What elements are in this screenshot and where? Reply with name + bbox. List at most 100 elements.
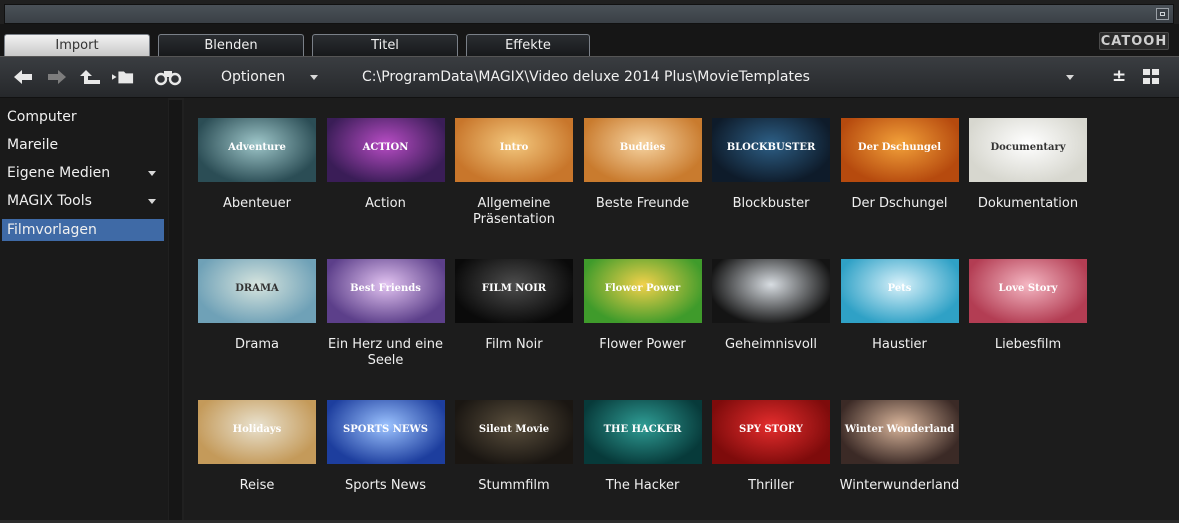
- sidebar-scrollbar[interactable]: [169, 100, 182, 520]
- template-tile[interactable]: Documentary Dokumentation: [967, 116, 1089, 236]
- template-thumbnail[interactable]: SPORTS NEWS: [326, 400, 445, 464]
- template-caption: Ein Herz und eine Seele: [328, 337, 443, 368]
- template-thumbnail[interactable]: Adventure: [198, 118, 316, 182]
- tab-blenden[interactable]: Blenden: [158, 34, 304, 56]
- template-caption: Flower Power: [599, 337, 686, 352]
- template-thumbnail[interactable]: ACTION: [326, 118, 445, 182]
- template-thumbnail[interactable]: Documentary: [969, 118, 1087, 182]
- template-tile[interactable]: SPORTS NEWS Sports News: [325, 398, 447, 518]
- thumbnail-title: DRAMA: [235, 283, 279, 294]
- template-tile[interactable]: Holidays Reise: [196, 398, 318, 518]
- grid-view-icon[interactable]: [1142, 68, 1160, 86]
- template-thumbnail[interactable]: DRAMA: [198, 259, 316, 323]
- template-caption: Beste Freunde: [595, 196, 690, 211]
- tab-titel[interactable]: Titel: [312, 34, 458, 56]
- template-thumbnail[interactable]: Winter Wonderland: [840, 400, 959, 464]
- template-thumbnail[interactable]: Pets: [840, 259, 959, 323]
- template-tile[interactable]: Silent Movie Stummfilm: [453, 398, 575, 518]
- template-tile[interactable]: Pets Haustier: [839, 257, 961, 377]
- sidebar-item-label: Computer: [7, 109, 77, 125]
- back-arrow-icon[interactable]: [12, 68, 34, 86]
- sidebar-item-eigene-medien[interactable]: Eigene Medien: [2, 162, 164, 184]
- binoculars-icon[interactable]: [154, 68, 182, 86]
- catooh-logo[interactable]: CATOOH: [1099, 32, 1169, 50]
- template-caption: The Hacker: [605, 478, 680, 493]
- chevron-down-icon[interactable]: [148, 199, 156, 204]
- template-tile[interactable]: Intro Allgemeine Präsentation: [453, 116, 575, 236]
- template-tile[interactable]: Geheimnisvoll: [710, 257, 832, 377]
- sidebar-item-magix-tools[interactable]: MAGIX Tools: [2, 190, 164, 212]
- template-caption: Haustier: [872, 337, 927, 352]
- sidebar-item-filmvorlagen[interactable]: Filmvorlagen: [2, 219, 164, 241]
- template-tile[interactable]: Flower Power Flower Power: [582, 257, 704, 377]
- template-caption: Blockbuster: [732, 196, 810, 211]
- sidebar-item-label: Eigene Medien: [7, 165, 111, 181]
- thumbnail-title: Flower Power: [604, 283, 681, 294]
- sidebar-item-computer[interactable]: Computer: [2, 106, 164, 128]
- chevron-down-icon[interactable]: [148, 171, 156, 176]
- template-thumbnail[interactable]: Love Story: [969, 259, 1087, 323]
- template-thumbnail[interactable]: Flower Power: [583, 259, 702, 323]
- template-thumbnail[interactable]: SPY STORY: [712, 400, 830, 464]
- template-caption: Liebesfilm: [994, 337, 1062, 352]
- template-tile[interactable]: SPY STORY Thriller: [710, 398, 832, 518]
- template-caption: Reise: [239, 478, 275, 493]
- template-thumbnail[interactable]: Der Dschungel: [840, 118, 959, 182]
- template-caption: Action: [365, 196, 406, 211]
- sidebar: Computer Mareile Eigene Medien MAGIX Too…: [0, 98, 168, 523]
- template-tile[interactable]: Buddies Beste Freunde: [582, 116, 704, 236]
- template-caption: Dokumentation: [977, 196, 1079, 211]
- template-caption: Allgemeine Präsentation: [473, 196, 555, 227]
- options-menu[interactable]: Optionen: [221, 69, 285, 85]
- template-tile[interactable]: ACTION Action: [325, 116, 447, 236]
- folder-up-icon[interactable]: [80, 68, 102, 86]
- template-tile[interactable]: DRAMA Drama: [196, 257, 318, 377]
- template-thumbnail[interactable]: [712, 259, 830, 323]
- thumbnail-title: Buddies: [619, 142, 666, 153]
- template-thumbnail[interactable]: Best Friends: [326, 259, 445, 323]
- thumbnail-title: Winter Wonderland: [844, 424, 955, 435]
- path-field[interactable]: C:\ProgramData\MAGIX\Video deluxe 2014 P…: [362, 69, 810, 85]
- template-caption: Der Dschungel: [851, 196, 948, 211]
- template-thumbnail[interactable]: Silent Movie: [455, 400, 573, 464]
- template-tile[interactable]: Love Story Liebesfilm: [967, 257, 1089, 377]
- template-caption: Abenteuer: [222, 196, 292, 211]
- template-caption: Film Noir: [485, 337, 543, 352]
- template-caption: Winterwunderland: [839, 478, 960, 493]
- maximize-button[interactable]: [1156, 8, 1169, 20]
- toolbar: Optionen C:\ProgramData\MAGIX\Video delu…: [0, 56, 1179, 98]
- template-tile[interactable]: Adventure Abenteuer: [196, 116, 318, 236]
- thumbnail-title: BLOCKBUSTER: [726, 142, 816, 153]
- app-window: Import Blenden Titel Effekte CATOOH Opti…: [0, 0, 1179, 523]
- template-tile[interactable]: Winter Wonderland Winterwunderland: [839, 398, 961, 518]
- options-dropdown-arrow-icon[interactable]: [310, 75, 318, 80]
- thumbnail-title: Der Dschungel: [857, 142, 942, 153]
- thumbnail-title: Love Story: [998, 283, 1058, 294]
- tab-import[interactable]: Import: [4, 34, 150, 56]
- expand-collapse-icon[interactable]: ±: [1112, 66, 1126, 86]
- sidebar-item-mareile[interactable]: Mareile: [2, 134, 164, 156]
- template-caption: Sports News: [345, 478, 426, 493]
- template-tile[interactable]: FILM NOIR Film Noir: [453, 257, 575, 377]
- template-thumbnail[interactable]: Holidays: [198, 400, 316, 464]
- template-thumbnail[interactable]: FILM NOIR: [455, 259, 573, 323]
- template-thumbnail[interactable]: Buddies: [583, 118, 702, 182]
- tab-effekte[interactable]: Effekte: [466, 34, 590, 56]
- forward-arrow-icon[interactable]: [46, 68, 68, 86]
- thumbnail-title: ACTION: [362, 142, 409, 153]
- template-tile[interactable]: THE HACKER The Hacker: [582, 398, 704, 518]
- folder-icon[interactable]: [112, 68, 134, 86]
- template-thumbnail[interactable]: BLOCKBUSTER: [712, 118, 830, 182]
- thumbnail-title: Best Friends: [350, 283, 421, 294]
- template-thumbnail[interactable]: Intro: [455, 118, 573, 182]
- template-thumbnail[interactable]: THE HACKER: [583, 400, 702, 464]
- path-dropdown-arrow-icon[interactable]: [1066, 75, 1074, 80]
- template-tile[interactable]: Best Friends Ein Herz und eine Seele: [325, 257, 447, 377]
- template-tile[interactable]: BLOCKBUSTER Blockbuster: [710, 116, 832, 236]
- tab-bar: Import Blenden Titel Effekte CATOOH: [0, 24, 1179, 56]
- template-grid: Adventure Abenteuer ACTION Action Intro Allge…: [184, 98, 1179, 523]
- thumbnail-title: Silent Movie: [478, 424, 550, 435]
- thumbnail-title: THE HACKER: [603, 424, 682, 435]
- template-tile[interactable]: Der Dschungel Der Dschungel: [839, 116, 961, 236]
- title-bar: [4, 4, 1174, 24]
